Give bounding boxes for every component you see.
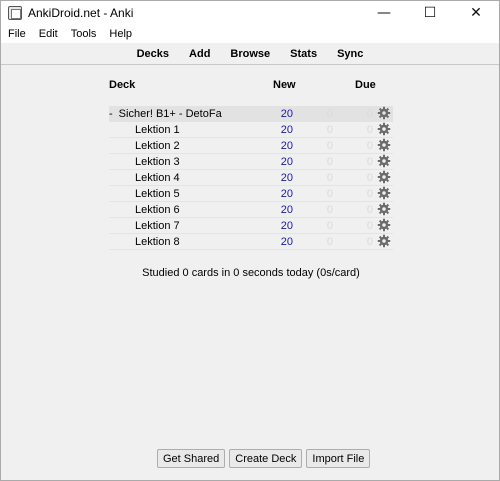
due-count: 0 xyxy=(366,204,373,216)
study-summary: Studied 0 cards in 0 seconds today (0s/c… xyxy=(142,267,360,279)
deck-name[interactable]: Lektion 3 xyxy=(135,156,180,168)
new-count: 20 xyxy=(280,124,293,136)
due-count: 0 xyxy=(366,156,373,168)
deck-row-child[interactable]: Lektion 5 20 0 0 xyxy=(109,186,393,202)
new-count: 20 xyxy=(280,220,293,232)
learn-count: 0 xyxy=(326,204,333,216)
deck-name[interactable]: Lektion 4 xyxy=(135,172,180,184)
new-count: 20 xyxy=(280,140,293,152)
maximize-button[interactable]: ☐ xyxy=(407,1,453,25)
main-toolbar: Decks Add Browse Stats Sync xyxy=(1,43,499,65)
deck-row-child[interactable]: Lektion 6 20 0 0 xyxy=(109,202,393,218)
deck-name[interactable]: - Sicher! B1+ - DetoFa xyxy=(109,108,222,120)
due-count: 0 xyxy=(366,108,373,120)
header-deck: Deck xyxy=(109,79,136,91)
gear-icon[interactable] xyxy=(377,106,391,120)
due-count: 0 xyxy=(366,140,373,152)
deck-row-child[interactable]: Lektion 4 20 0 0 xyxy=(109,170,393,186)
close-button[interactable]: ✕ xyxy=(453,1,499,25)
collapse-toggle[interactable]: - xyxy=(109,108,113,120)
anki-app-icon xyxy=(8,6,22,20)
new-count: 20 xyxy=(280,188,293,200)
bottom-button-bar: Get Shared Create Deck Import File xyxy=(157,449,371,468)
learn-count: 0 xyxy=(326,172,333,184)
deck-row-child[interactable]: Lektion 3 20 0 0 xyxy=(109,154,393,170)
new-count: 20 xyxy=(280,204,293,216)
due-count: 0 xyxy=(366,236,373,248)
deck-name[interactable]: Lektion 5 xyxy=(135,188,180,200)
due-count: 0 xyxy=(366,124,373,136)
learn-count: 0 xyxy=(326,220,333,232)
deck-row-child[interactable]: Lektion 7 20 0 0 xyxy=(109,218,393,234)
deck-rows: - Sicher! B1+ - DetoFa 20 0 0 Lektion 1 2… xyxy=(109,106,393,250)
deck-name[interactable]: Lektion 7 xyxy=(135,220,180,232)
learn-count: 0 xyxy=(326,188,333,200)
anki-window: AnkiDroid.net - Anki — ☐ ✕ File Edit Too… xyxy=(0,0,500,481)
gear-icon[interactable] xyxy=(377,218,391,232)
minimize-button[interactable]: — xyxy=(361,1,407,25)
gear-icon[interactable] xyxy=(377,202,391,216)
deck-name-text[interactable]: Sicher! B1+ - DetoFa xyxy=(119,108,222,120)
new-count: 20 xyxy=(280,156,293,168)
menu-bar: File Edit Tools Help xyxy=(1,25,499,43)
menu-file[interactable]: File xyxy=(1,28,32,40)
new-count: 20 xyxy=(280,236,293,248)
deck-row-child[interactable]: Lektion 2 20 0 0 xyxy=(109,138,393,154)
window-controls: — ☐ ✕ xyxy=(361,1,499,25)
deck-name[interactable]: Lektion 1 xyxy=(135,124,180,136)
gear-icon[interactable] xyxy=(377,138,391,152)
gear-icon[interactable] xyxy=(377,170,391,184)
header-new: New xyxy=(273,79,296,91)
new-count: 20 xyxy=(280,172,293,184)
import-file-button[interactable]: Import File xyxy=(306,449,371,468)
deck-row-parent[interactable]: - Sicher! B1+ - DetoFa 20 0 0 xyxy=(109,106,393,122)
menu-tools[interactable]: Tools xyxy=(64,28,103,40)
new-count: 20 xyxy=(280,108,293,120)
deck-table-header: Deck New Due xyxy=(109,73,393,93)
get-shared-button[interactable]: Get Shared xyxy=(157,449,226,468)
deck-row-child[interactable]: Lektion 1 20 0 0 xyxy=(109,122,393,138)
toolbar-decks[interactable]: Decks xyxy=(127,48,179,60)
toolbar-add[interactable]: Add xyxy=(179,48,220,60)
menu-edit[interactable]: Edit xyxy=(32,28,64,40)
toolbar-sync[interactable]: Sync xyxy=(327,48,373,60)
learn-count: 0 xyxy=(326,124,333,136)
deck-name[interactable]: Lektion 6 xyxy=(135,204,180,216)
title-bar[interactable]: AnkiDroid.net - Anki — ☐ ✕ xyxy=(1,1,499,25)
deck-table: Deck New Due - Sicher! B1+ - DetoFa 20 0 … xyxy=(109,73,393,250)
header-due: Due xyxy=(355,79,376,91)
gear-icon[interactable] xyxy=(377,234,391,248)
learn-count: 0 xyxy=(326,156,333,168)
create-deck-button[interactable]: Create Deck xyxy=(229,449,303,468)
learn-count: 0 xyxy=(326,140,333,152)
gear-icon[interactable] xyxy=(377,122,391,136)
gear-icon[interactable] xyxy=(377,154,391,168)
deck-name[interactable]: Lektion 2 xyxy=(135,140,180,152)
menu-help[interactable]: Help xyxy=(102,28,138,40)
window-title: AnkiDroid.net - Anki xyxy=(28,6,134,20)
due-count: 0 xyxy=(366,220,373,232)
learn-count: 0 xyxy=(326,108,333,120)
toolbar-browse[interactable]: Browse xyxy=(220,48,280,60)
due-count: 0 xyxy=(366,172,373,184)
deck-name[interactable]: Lektion 8 xyxy=(135,236,180,248)
learn-count: 0 xyxy=(326,236,333,248)
gear-icon[interactable] xyxy=(377,186,391,200)
due-count: 0 xyxy=(366,188,373,200)
deck-row-child[interactable]: Lektion 8 20 0 0 xyxy=(109,234,393,250)
toolbar-stats[interactable]: Stats xyxy=(280,48,327,60)
